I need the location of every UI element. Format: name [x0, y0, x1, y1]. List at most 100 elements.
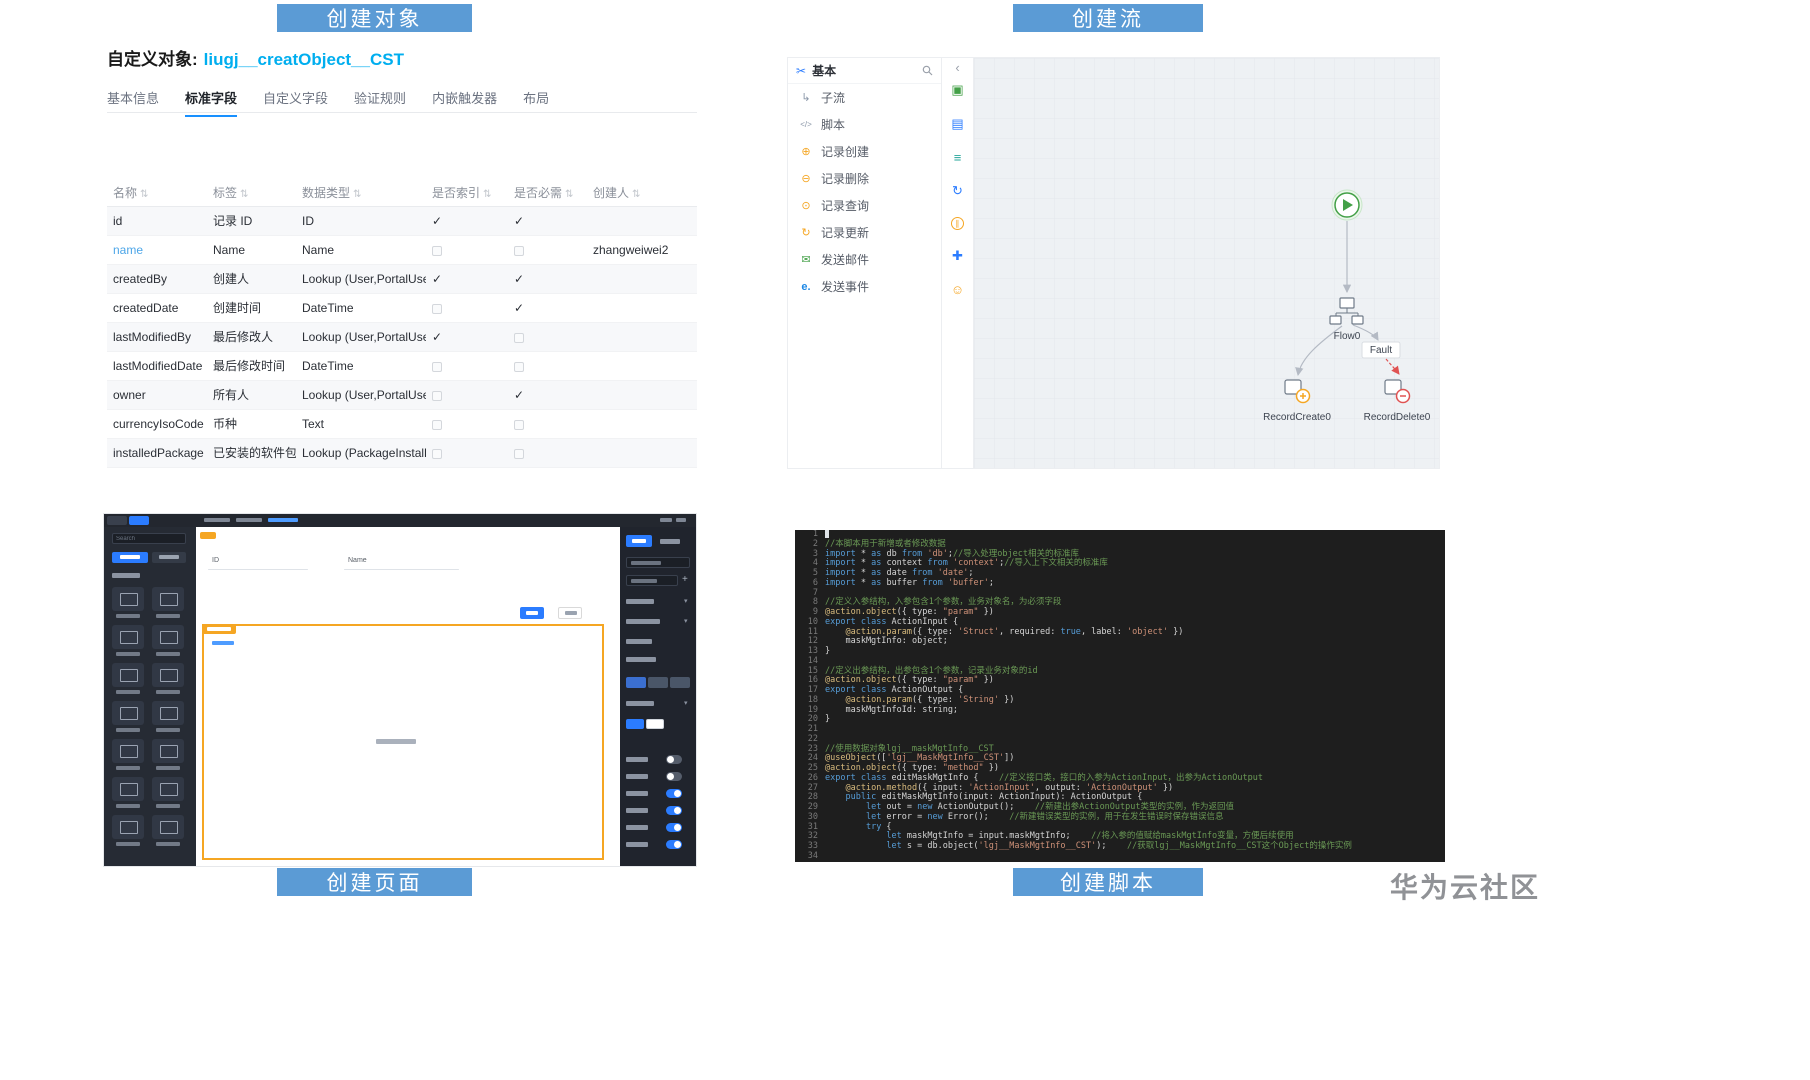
table-row[interactable]: lastModifiedDate 最后修改时间 DateTime [107, 352, 697, 381]
col-header-required[interactable]: 是否必需 ⇅ [508, 180, 587, 206]
flow-sidebar-item[interactable]: ↻ 记录更新 [788, 219, 941, 246]
list-icon[interactable]: ≡ [951, 150, 964, 165]
sort-icon[interactable]: ⇅ [632, 189, 640, 200]
component-tile[interactable] [112, 777, 144, 801]
sort-icon[interactable]: ⇅ [240, 189, 248, 200]
component-tile[interactable] [112, 701, 144, 725]
table-row[interactable]: lastModifiedBy 最后修改人 Lookup (User,PortalUs… [107, 323, 697, 352]
collapse-icon[interactable]: ‹ [955, 60, 959, 82]
flow-sidebar-item[interactable]: ✉ 发送邮件 [788, 246, 941, 273]
flow-sidebar-item[interactable]: ⊖ 记录删除 [788, 165, 941, 192]
extended-components-button[interactable] [152, 552, 186, 563]
section-header[interactable] [626, 619, 660, 624]
toggle-switch[interactable] [666, 823, 682, 832]
component-tile[interactable] [152, 815, 184, 839]
media-icon[interactable]: ▣ [951, 82, 964, 98]
flow-sidebar-item[interactable]: e. 发送事件 [788, 273, 941, 300]
col-header-indexed[interactable]: 是否索引 ⇅ [426, 180, 508, 206]
start-node[interactable] [1331, 189, 1363, 221]
action-chip[interactable] [670, 677, 690, 688]
search-input[interactable] [112, 533, 186, 544]
table-row[interactable]: name Name Name zhangweiwei2 [107, 236, 697, 265]
toggle-switch[interactable] [666, 789, 682, 798]
sort-icon[interactable]: ⇅ [353, 189, 361, 200]
sort-icon[interactable]: ⇅ [140, 189, 148, 200]
branch-icon[interactable]: ▤ [951, 116, 964, 132]
action-chip[interactable] [648, 677, 668, 688]
component-tile[interactable] [112, 587, 144, 611]
code-line[interactable]: 20} [795, 714, 1445, 725]
secondary-button[interactable] [558, 607, 582, 619]
flow0-node-label[interactable]: Flow0 [1334, 331, 1361, 342]
flow-sidebar-item[interactable]: ↳ 子流 [788, 84, 941, 111]
component-tile[interactable] [152, 587, 184, 611]
toggle-switch[interactable] [666, 840, 682, 849]
field-name-cell[interactable]: name [107, 236, 207, 264]
code-line[interactable]: 12 maskMgtInfo: object; [795, 636, 1445, 647]
component-tile[interactable] [152, 777, 184, 801]
sort-icon[interactable]: ⇅ [483, 189, 491, 200]
component-tile[interactable] [152, 739, 184, 763]
component-tile[interactable] [152, 701, 184, 725]
page-canvas[interactable]: ID Name [196, 527, 620, 866]
action-chip[interactable] [626, 677, 646, 688]
emoji-icon[interactable]: ☺ [951, 282, 964, 297]
flow-sidebar-item[interactable]: ⊙ 记录查询 [788, 192, 941, 219]
fault-label[interactable]: Fault [1370, 345, 1392, 356]
topbar-icon[interactable] [676, 518, 686, 522]
toggle-switch[interactable] [666, 755, 682, 764]
segment-active[interactable] [626, 719, 644, 729]
section-header[interactable] [626, 599, 654, 604]
events-tab[interactable] [660, 539, 680, 544]
component-tile[interactable] [152, 625, 184, 649]
code-line[interactable]: 6 import * as buffer from 'buffer'; [795, 578, 1445, 589]
topbar-tab[interactable] [107, 516, 127, 525]
toggle-switch[interactable] [666, 772, 682, 781]
table-row[interactable]: createdDate 创建时间 DateTime ✓ [107, 294, 697, 323]
input-underline[interactable] [208, 569, 308, 570]
flow-sidebar-item[interactable]: </> 脚本 [788, 111, 941, 138]
table-row[interactable]: installedPackage 已安装的软件包 Lookup (PackageIn… [107, 439, 697, 468]
component-tile[interactable] [152, 663, 184, 687]
input-underline[interactable] [344, 569, 459, 570]
record-create-label[interactable]: RecordCreate0 [1263, 412, 1331, 423]
object-name-link[interactable]: liugj__creatObject__CST [204, 50, 404, 69]
topbar-tab-active[interactable] [129, 516, 149, 525]
col-header-label[interactable]: 标签 ⇅ [207, 180, 296, 206]
search-icon[interactable] [922, 65, 933, 76]
component-tile[interactable] [112, 815, 144, 839]
record-delete-label[interactable]: RecordDelete0 [1364, 412, 1431, 423]
pause-icon[interactable]: ∥ [950, 217, 964, 230]
property-input[interactable] [626, 575, 678, 586]
basic-components-button[interactable] [112, 552, 148, 563]
toggle-switch[interactable] [666, 806, 682, 815]
code-editor[interactable]: 1 2//本脚本用于新增或者修改数据 3 import * as db from '… [795, 530, 1445, 862]
primary-button[interactable] [520, 607, 544, 619]
code-line[interactable]: 33 let s = db.object('lgj__MaskMgtInfo__… [795, 841, 1445, 852]
col-header-name[interactable]: 名称 ⇅ [107, 180, 207, 206]
table-row[interactable]: owner 所有人 Lookup (User,PortalUse... ✓ [107, 381, 697, 410]
container-toolbar[interactable] [212, 641, 234, 645]
sort-icon[interactable]: ⇅ [565, 189, 573, 200]
topbar-icon[interactable] [660, 518, 672, 522]
code-line[interactable]: 13} [795, 646, 1445, 657]
component-tile[interactable] [112, 625, 144, 649]
component-tile[interactable] [112, 663, 144, 687]
add-icon[interactable]: + [682, 574, 688, 585]
chevron-down-icon[interactable]: ▾ [684, 699, 688, 707]
code-line[interactable]: 19 maskMgtInfoId: string; [795, 705, 1445, 716]
code-line[interactable]: 30 let error = new Error(); //新建错误类型的实例，… [795, 812, 1445, 823]
flow-sidebar-item[interactable]: ⊕ 记录创建 [788, 138, 941, 165]
loop-icon[interactable]: ↻ [951, 183, 964, 199]
table-row[interactable]: currencyIsoCode 币种 Text [107, 410, 697, 439]
table-row[interactable]: id 记录 ID ID ✓ ✓ [107, 207, 697, 236]
chevron-down-icon[interactable]: ▾ [684, 597, 688, 605]
chevron-down-icon[interactable]: ▾ [684, 617, 688, 625]
component-tile[interactable] [112, 739, 144, 763]
flow-canvas[interactable]: Flow0 Fault RecordCreate0 RecordDelete0 [974, 58, 1439, 468]
col-header-type[interactable]: 数据类型 ⇅ [296, 180, 426, 206]
segment[interactable] [646, 719, 664, 729]
properties-tab[interactable] [626, 535, 652, 547]
section-header[interactable] [626, 701, 654, 706]
col-header-creator[interactable]: 创建人 ⇅ [587, 180, 697, 206]
